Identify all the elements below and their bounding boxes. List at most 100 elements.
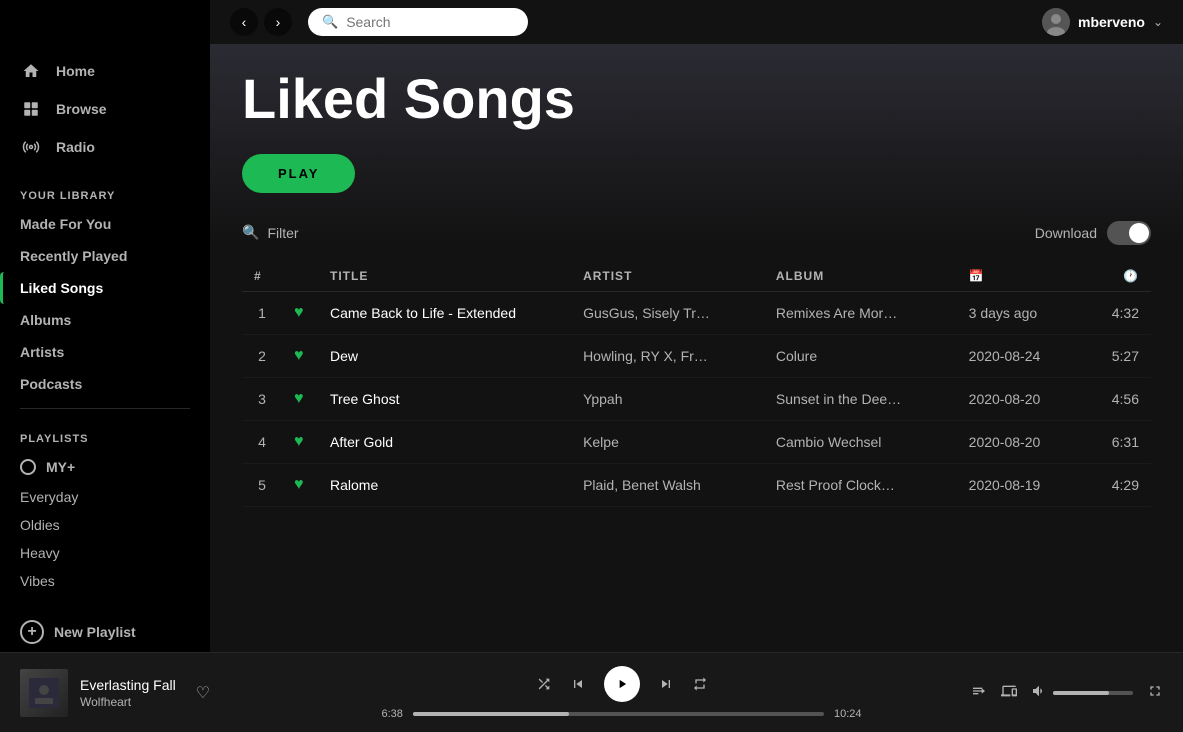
topbar: ‹ › 🔍 mberveno ⌄ [210,0,1183,44]
volume-control [1031,683,1133,703]
liked-heart[interactable]: ♥ [282,291,318,334]
now-playing-bar: Everlasting Fall Wolfheart ♡ [0,652,1183,732]
new-playlist-button[interactable]: + New Playlist [0,612,210,652]
fullscreen-button[interactable] [1147,683,1163,703]
sidebar-item-recently-played[interactable]: Recently Played [0,240,210,272]
volume-icon[interactable] [1031,683,1047,703]
table-row[interactable]: 2 ♥ Dew Howling, RY X, Fr… Colure 2020-0… [242,334,1151,377]
sidebar-item-recently-played-label: Recently Played [20,248,127,264]
table-row[interactable]: 4 ♥ After Gold Kelpe Cambio Wechsel 2020… [242,420,1151,463]
nav-arrows: ‹ › [230,8,292,36]
your-library-label: YOUR LIBRARY [0,174,210,208]
table-row[interactable]: 1 ♥ Came Back to Life - Extended GusGus,… [242,291,1151,334]
myplus-icon [20,459,36,475]
sidebar-item-myplus-label: MY+ [46,459,75,475]
heart-icon: ♥ [294,304,304,321]
sidebar-item-artists[interactable]: Artists [0,336,210,368]
liked-heart[interactable]: ♥ [282,334,318,377]
sidebar-item-made-for-you-label: Made For You [20,216,111,232]
sidebar-divider [20,408,190,409]
liked-heart[interactable]: ♥ [282,377,318,420]
song-album: Rest Proof Clock… [764,463,957,506]
queue-button[interactable] [971,683,987,703]
song-duration: 4:29 [1089,463,1151,506]
song-date: 2020-08-20 [957,420,1090,463]
previous-button[interactable] [570,676,586,692]
like-track-button[interactable]: ♡ [196,683,210,703]
sidebar-item-radio[interactable]: Radio [0,128,210,166]
next-button[interactable] [658,676,674,692]
song-artist: Howling, RY X, Fr… [571,334,764,377]
th-duration: 🕐 [1089,261,1151,292]
volume-fill [1053,691,1109,695]
search-box: 🔍 [308,8,528,36]
now-playing-center: 6:38 10:24 [300,666,943,720]
table-row[interactable]: 3 ♥ Tree Ghost Yppah Sunset in the Dee… … [242,377,1151,420]
page-title: Liked Songs [242,68,1151,130]
liked-heart[interactable]: ♥ [282,463,318,506]
sidebar-item-albums[interactable]: Albums [0,304,210,336]
sidebar-item-made-for-you[interactable]: Made For You [0,208,210,240]
search-input[interactable] [346,14,506,30]
user-area[interactable]: mberveno ⌄ [1042,8,1163,36]
sidebar-item-artists-label: Artists [20,344,64,360]
track-name: Everlasting Fall [80,677,176,693]
progress-bar[interactable] [413,712,824,716]
sidebar-item-liked-songs[interactable]: Liked Songs [0,272,210,304]
th-album: ALBUM [764,261,957,292]
table-row[interactable]: 5 ♥ Ralome Plaid, Benet Walsh Rest Proof… [242,463,1151,506]
devices-button[interactable] [1001,683,1017,703]
sidebar-item-liked-songs-label: Liked Songs [20,280,103,296]
song-title: Tree Ghost [318,377,571,420]
album-art-inner [20,669,68,717]
sidebar-item-oldies[interactable]: Oldies [0,511,210,539]
sidebar-item-vibes[interactable]: Vibes [0,567,210,595]
sidebar-item-myplus[interactable]: MY+ [0,451,210,483]
sidebar-item-home[interactable]: Home [0,52,210,90]
song-number: 2 [242,334,282,377]
sidebar-item-albums-label: Albums [20,312,71,328]
filter-input[interactable] [267,225,448,241]
song-title: After Gold [318,420,571,463]
home-icon [20,60,42,82]
liked-heart[interactable]: ♥ [282,420,318,463]
add-playlist-icon: + [20,620,44,644]
repeat-button[interactable] [692,676,708,692]
play-pause-button[interactable] [604,666,640,702]
sidebar-item-browse-label: Browse [56,101,107,117]
sidebar-item-browse[interactable]: Browse [0,90,210,128]
song-title: Came Back to Life - Extended [318,291,571,334]
th-heart [282,261,318,292]
main-wrapper: Home Browse [0,0,1183,652]
content-area: ‹ › 🔍 mberveno ⌄ [210,0,1183,652]
content-scroll: Liked Songs PLAY 🔍 Download # TITL [210,44,1183,652]
song-artist: Kelpe [571,420,764,463]
username-label: mberveno [1078,14,1145,30]
progress-fill [413,712,569,716]
forward-button[interactable]: › [264,8,292,36]
search-icon: 🔍 [322,14,338,30]
sidebar: Home Browse [0,0,210,652]
calendar-icon: 📅 [969,269,985,283]
sidebar-item-everyday[interactable]: Everyday [0,483,210,511]
song-title: Ralome [318,463,571,506]
download-toggle-switch[interactable] [1107,221,1151,245]
shuffle-button[interactable] [536,676,552,692]
volume-bar[interactable] [1053,691,1133,695]
clock-icon: 🕐 [1123,269,1139,283]
heart-icon: ♥ [294,347,304,364]
sidebar-item-heavy[interactable]: Heavy [0,539,210,567]
browse-icon [20,98,42,120]
sidebar-item-radio-label: Radio [56,139,95,155]
heart-icon: ♥ [294,390,304,407]
th-date: 📅 [957,261,1090,292]
sidebar-item-podcasts[interactable]: Podcasts [0,368,210,400]
back-button[interactable]: ‹ [230,8,258,36]
play-button[interactable]: PLAY [242,154,355,193]
download-label: Download [1035,225,1097,241]
song-duration: 6:31 [1089,420,1151,463]
download-toggle: Download [1035,221,1151,245]
th-artist: ARTIST [571,261,764,292]
songs-list: 1 ♥ Came Back to Life - Extended GusGus,… [242,291,1151,506]
current-time: 6:38 [382,708,403,720]
